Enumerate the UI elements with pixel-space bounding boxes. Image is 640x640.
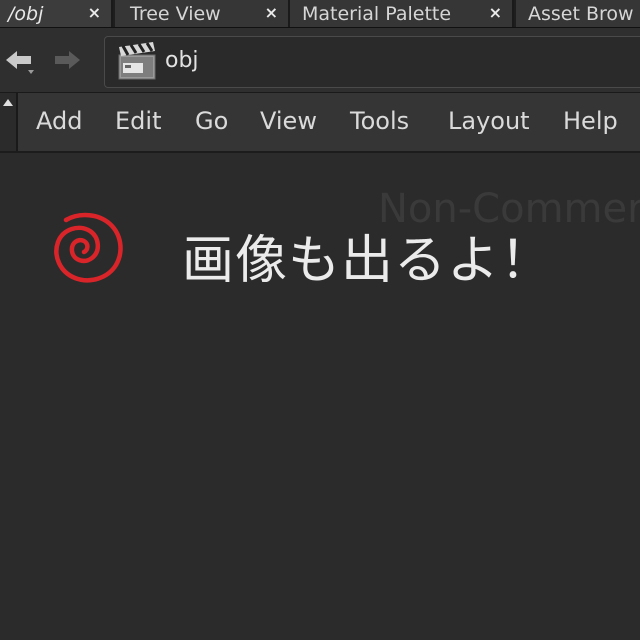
- tab-label: /obj: [8, 2, 44, 25]
- tab-label: Asset Brow: [528, 2, 634, 25]
- network-editor-window: /obj × Tree View × Material Palette × As…: [0, 0, 640, 640]
- path-text: obj: [165, 48, 199, 73]
- close-icon[interactable]: ×: [88, 3, 101, 22]
- caption-text: 画像も出るよ！: [182, 231, 554, 291]
- menu-view[interactable]: View: [260, 107, 317, 135]
- tab-label: Material Palette: [302, 2, 452, 25]
- menu-edit[interactable]: Edit: [115, 107, 161, 135]
- forward-button[interactable]: [52, 48, 82, 74]
- menu-tools[interactable]: Tools: [350, 107, 409, 135]
- path-field[interactable]: obj: [104, 36, 640, 88]
- tab-asset-browser[interactable]: Asset Brow: [516, 0, 640, 27]
- arrow-right-icon: [55, 51, 80, 69]
- tab-obj[interactable]: /obj ×: [0, 0, 113, 27]
- menu-help[interactable]: Help: [563, 107, 618, 135]
- menu-go[interactable]: Go: [195, 107, 228, 135]
- tab-tree-view[interactable]: Tree View ×: [115, 0, 290, 27]
- red-spiral-logo: [54, 212, 123, 283]
- menu-add[interactable]: Add: [36, 107, 82, 135]
- path-bar: obj: [0, 28, 640, 93]
- close-icon[interactable]: ×: [265, 3, 278, 22]
- scroll-up-button[interactable]: [0, 93, 18, 151]
- menu-layout[interactable]: Layout: [448, 107, 530, 135]
- back-button[interactable]: [4, 48, 34, 74]
- arrow-left-icon: [6, 51, 34, 74]
- tab-material-palette[interactable]: Material Palette ×: [290, 0, 514, 27]
- clapperboard-icon: [118, 42, 156, 80]
- triangle-up-icon: [3, 99, 13, 106]
- tab-bar: /obj × Tree View × Material Palette × As…: [0, 0, 640, 28]
- close-icon[interactable]: ×: [489, 3, 502, 22]
- tab-label: Tree View: [130, 2, 221, 25]
- menu-bar: Add Edit Go View Tools Layout Help: [0, 93, 640, 153]
